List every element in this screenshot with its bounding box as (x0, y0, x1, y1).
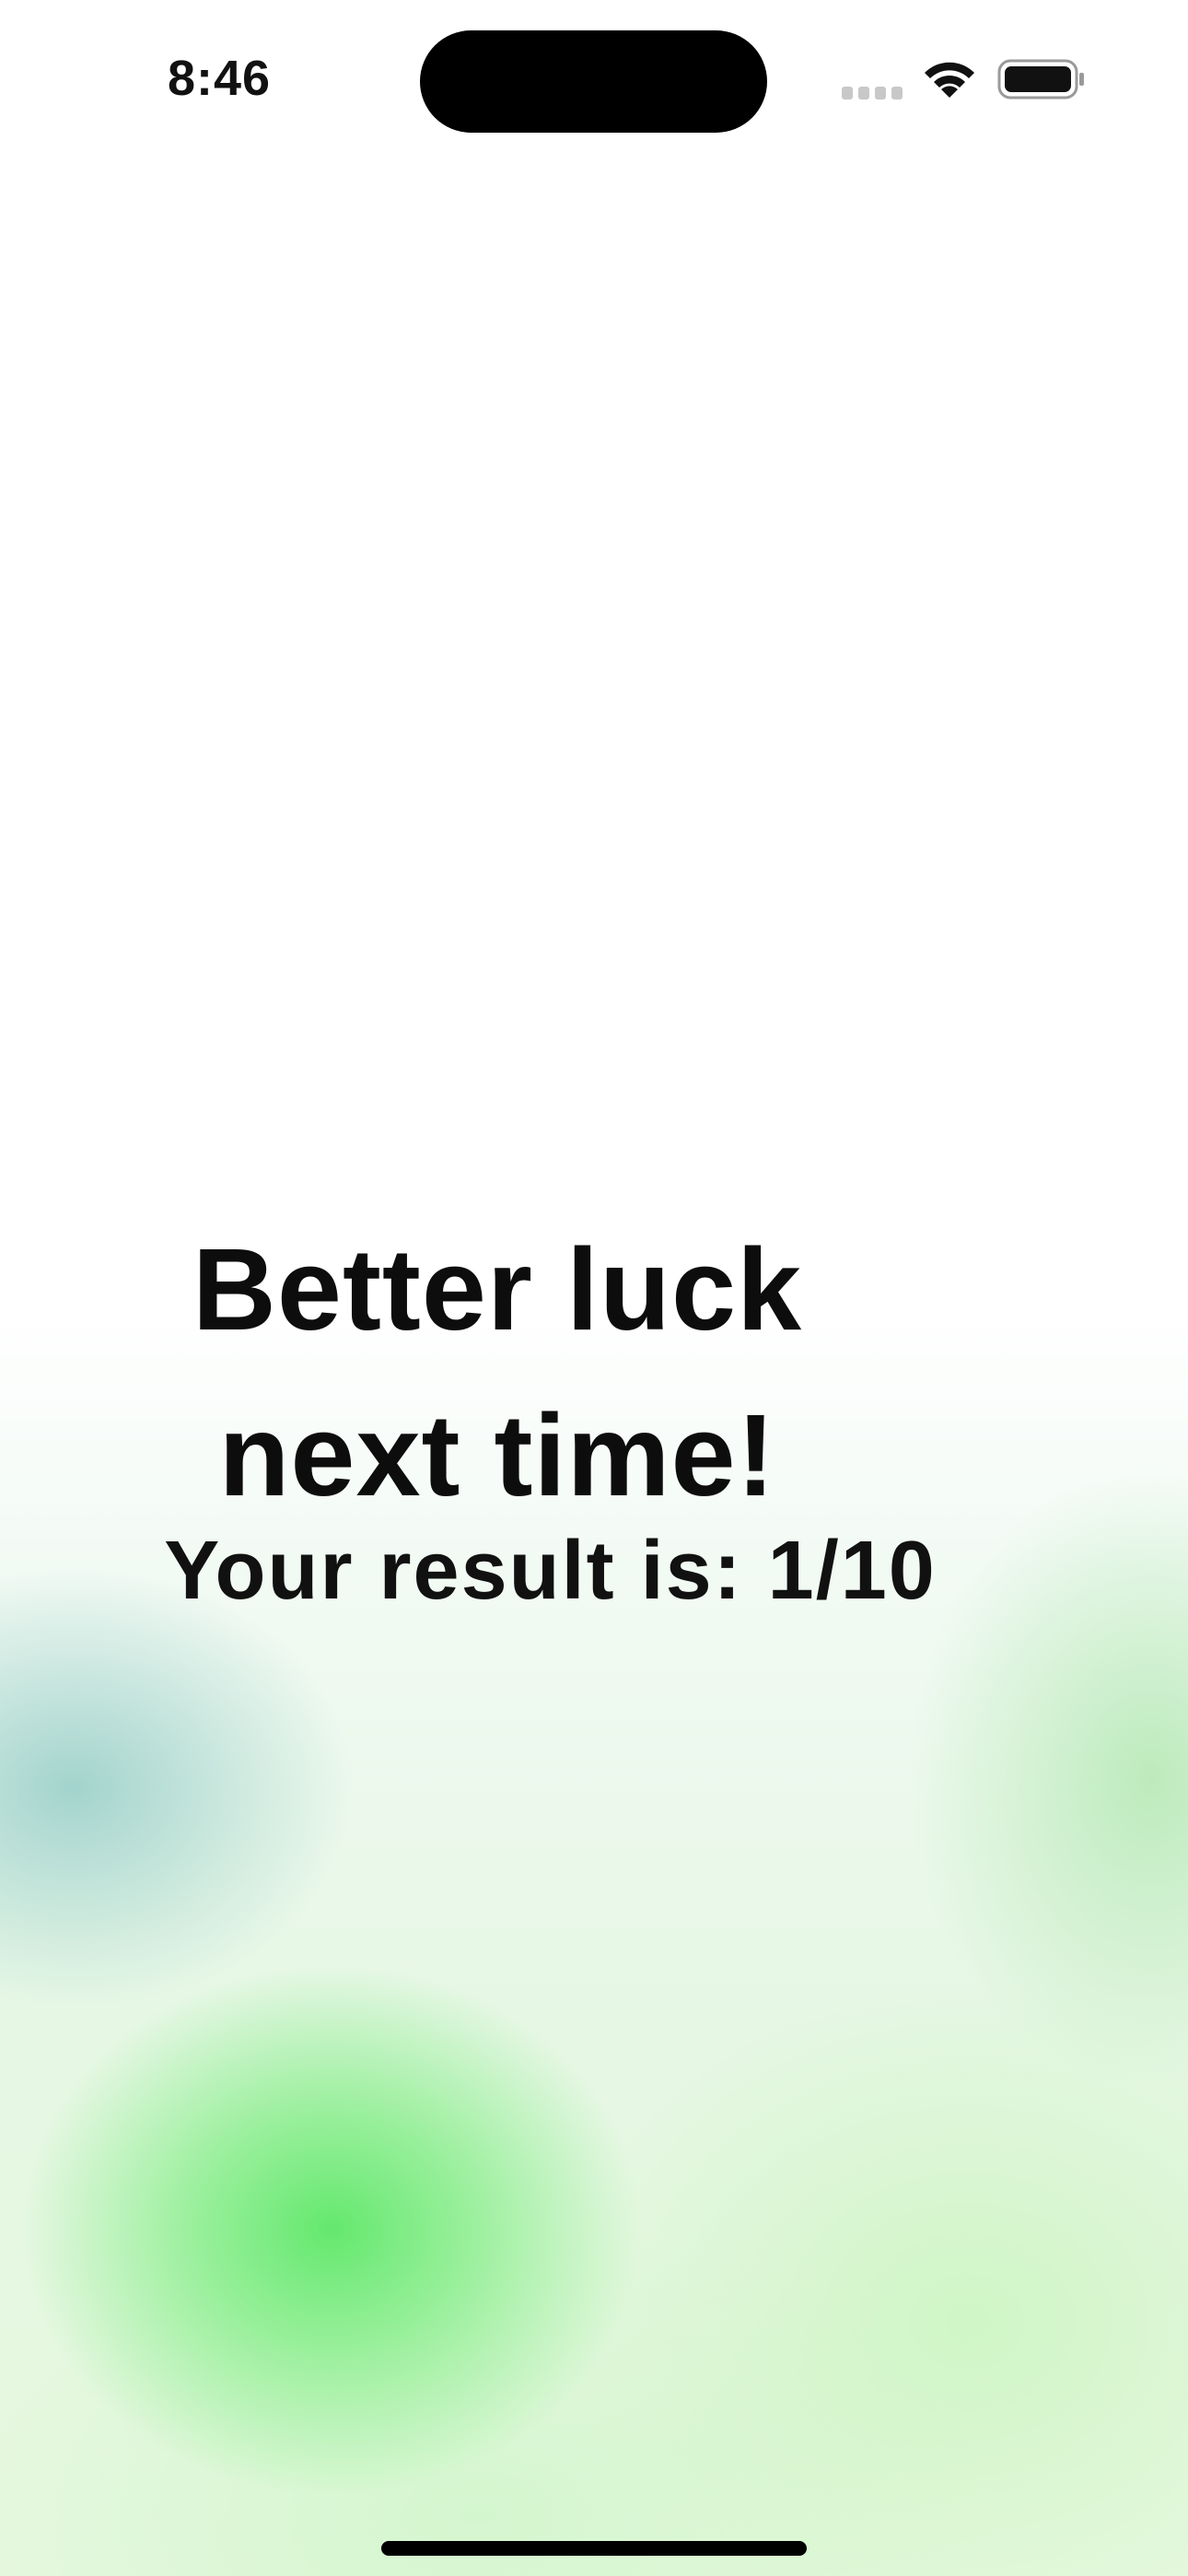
home-indicator[interactable] (381, 2541, 807, 2556)
status-time: 8:46 (168, 51, 272, 106)
dynamic-island (420, 30, 767, 133)
cellular-signal-icon (842, 87, 903, 100)
wifi-icon (925, 62, 974, 98)
battery-icon (997, 59, 1084, 100)
status-bar: 8:46 (0, 0, 1188, 157)
result-screen: 8:46 Better luck next time! Your result … (0, 0, 1188, 2576)
headline-line-1: Better luck (192, 1224, 803, 1354)
headline-line-2: next time! (218, 1390, 776, 1520)
result-headline: Better luck next time! (0, 1207, 995, 1539)
score-text: Your result is: 1/10 (164, 1525, 937, 1617)
